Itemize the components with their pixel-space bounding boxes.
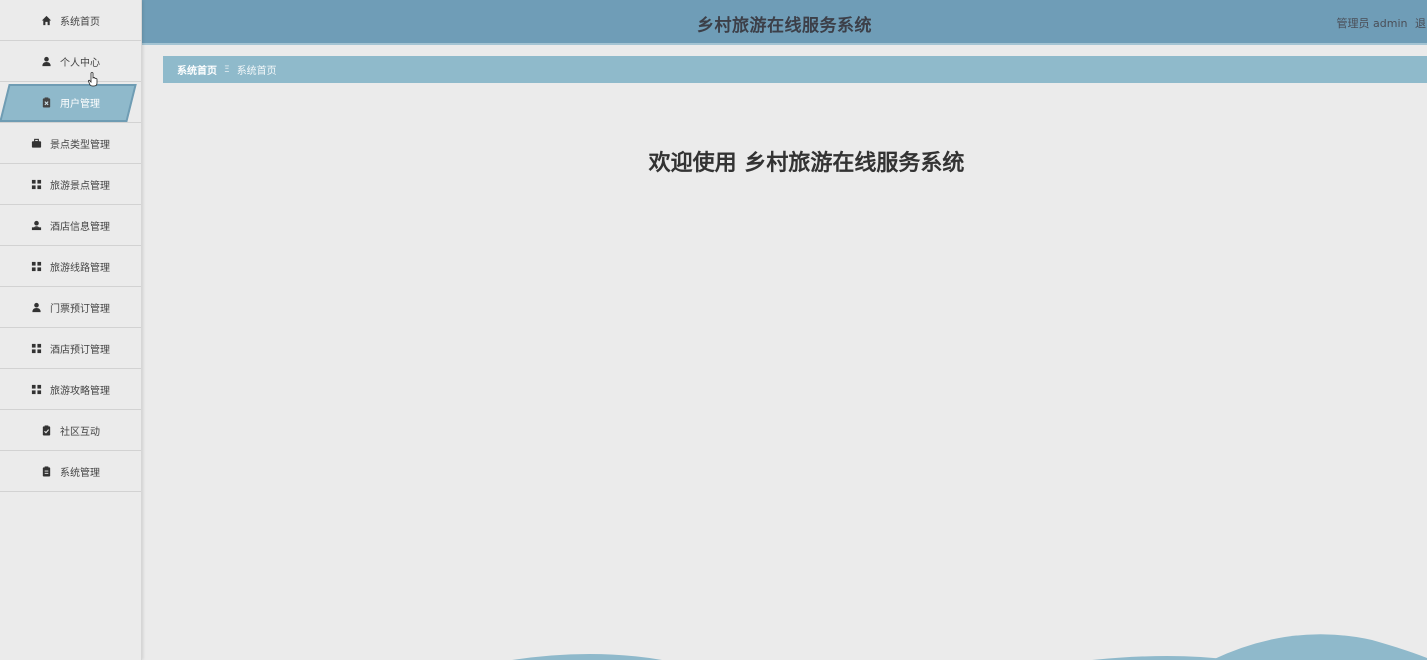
sidebar-item-label: 旅游线路管理 xyxy=(50,262,110,274)
sidebar-item-label: 个人中心 xyxy=(60,57,100,69)
breadcrumb-home[interactable]: 系统首页 xyxy=(177,62,217,77)
sidebar-item-hotel-booking[interactable]: 酒店预订管理 xyxy=(0,328,141,369)
breadcrumb-separator: Ξ xyxy=(224,64,230,75)
sidebar-item-label: 社区互动 xyxy=(60,426,100,438)
sidebar-item-profile[interactable]: 个人中心 xyxy=(0,41,141,82)
sidebar-item-hotels[interactable]: 酒店信息管理 xyxy=(0,205,141,246)
grid-icon xyxy=(31,384,42,395)
sidebar-item-label: 门票预订管理 xyxy=(50,303,110,315)
user-icon xyxy=(41,56,52,67)
sidebar-item-label: 景点类型管理 xyxy=(50,139,110,151)
sidebar-item-label: 旅游景点管理 xyxy=(50,180,110,192)
home-icon xyxy=(41,15,52,26)
sidebar-item-guides[interactable]: 旅游攻略管理 xyxy=(0,369,141,410)
user-icon xyxy=(31,302,42,313)
logout-link[interactable]: 退出 xyxy=(1415,17,1427,30)
clipboard-x-icon xyxy=(41,96,52,108)
breadcrumb: 系统首页 Ξ 系统首页 xyxy=(163,56,1427,83)
top-header: 乡村旅游在线服务系统 管理员 admin 退出 xyxy=(142,0,1427,45)
sidebar-item-users[interactable]: 用户管理 xyxy=(0,82,141,123)
sidebar-item-system[interactable]: 系统管理 xyxy=(0,451,141,492)
sidebar-item-label: 系统首页 xyxy=(60,16,100,28)
sidebar-item-label: 系统管理 xyxy=(60,467,100,479)
user-info: 管理员 admin 退出 xyxy=(1333,15,1427,31)
sidebar-item-community[interactable]: 社区互动 xyxy=(0,410,141,451)
sidebar-item-home[interactable]: 系统首页 xyxy=(0,0,141,41)
sidebar-item-scenic-types[interactable]: 景点类型管理 xyxy=(0,123,141,164)
welcome-heading: 欢迎使用 乡村旅游在线服务系统 xyxy=(648,151,965,176)
app-title: 乡村旅游在线服务系统 xyxy=(697,16,872,36)
sidebar-item-label: 旅游攻略管理 xyxy=(50,385,110,397)
decorative-waves xyxy=(512,634,1427,660)
briefcase-icon xyxy=(31,138,42,149)
sidebar-item-label: 酒店信息管理 xyxy=(50,221,110,233)
sidebar-item-ticket-booking[interactable]: 门票预订管理 xyxy=(0,287,141,328)
grid-icon xyxy=(31,261,42,272)
sidebar-item-label: 用户管理 xyxy=(60,98,100,110)
sidebar-item-scenic-spots[interactable]: 旅游景点管理 xyxy=(0,164,141,205)
sidebar-item-label: 酒店预订管理 xyxy=(50,344,110,356)
user-tie-icon xyxy=(31,220,42,231)
grid-icon xyxy=(31,179,42,190)
breadcrumb-current: 系统首页 xyxy=(236,66,277,77)
clipboard-check-icon xyxy=(41,424,52,436)
user-label: 管理员 admin xyxy=(1336,17,1408,30)
hand-cursor-icon xyxy=(88,72,98,87)
sidebar-item-routes[interactable]: 旅游线路管理 xyxy=(0,246,141,287)
grid-icon xyxy=(31,343,42,354)
sidebar: 系统首页 个人中心 用户管理 景点类型管理 旅游景点管理 酒店信息管理 旅游线路… xyxy=(0,0,142,660)
clipboard-list-icon xyxy=(41,465,52,477)
